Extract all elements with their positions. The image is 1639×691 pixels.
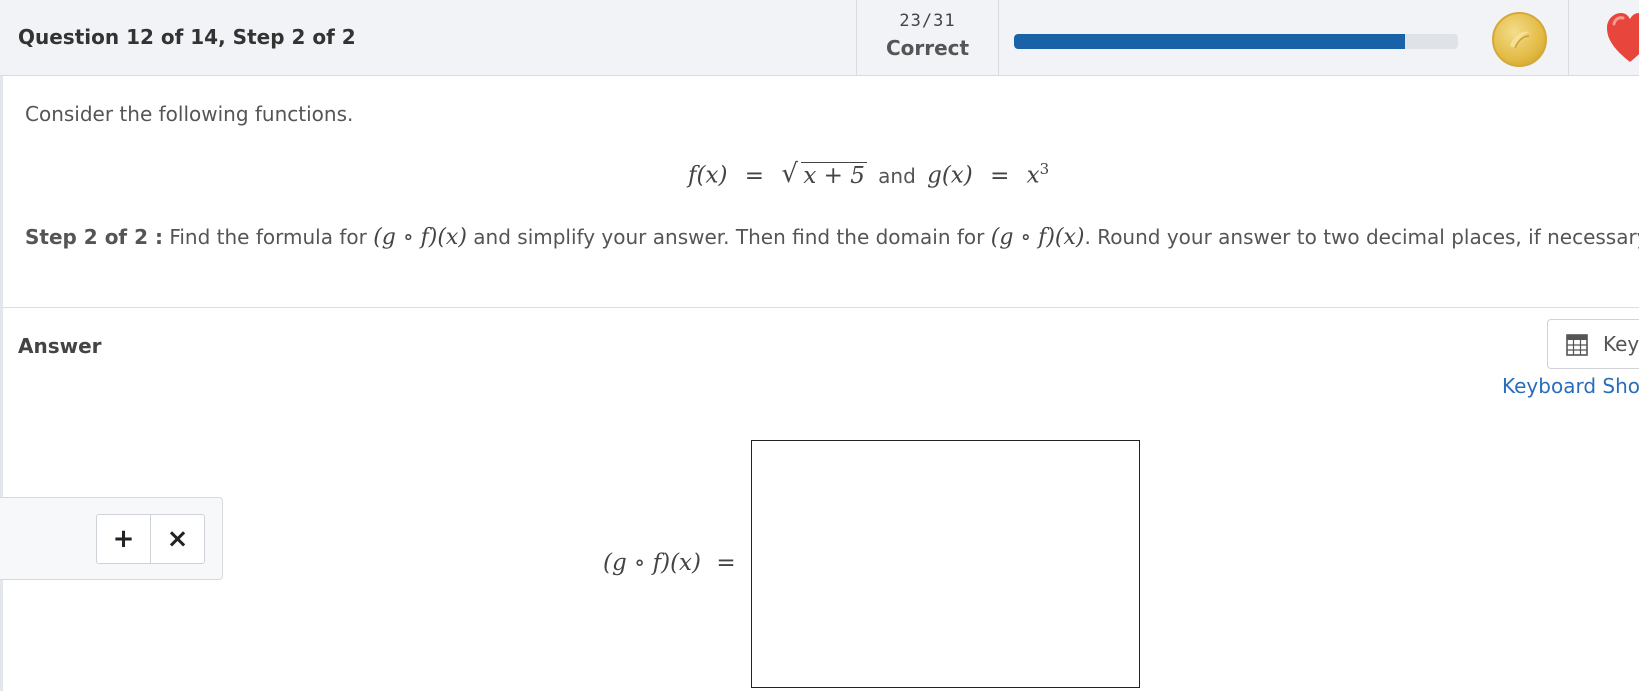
answer-tool-panel: + × <box>0 497 223 580</box>
progress-bar <box>1014 34 1458 49</box>
question-intro: Consider the following functions. <box>25 102 354 126</box>
and-text: and <box>878 163 916 188</box>
answer-input[interactable] <box>751 440 1140 688</box>
composition-expr: (g ∘ f)(x) <box>373 225 467 250</box>
clear-button[interactable]: × <box>150 515 204 563</box>
square-root: √ x + 5 <box>781 159 867 189</box>
step-text-2: and simplify your answer. Then find the … <box>473 225 985 249</box>
g-exponent: 3 <box>1039 160 1050 178</box>
section-divider <box>3 307 1639 308</box>
header-bar: Question 12 of 14, Step 2 of 2 23/31 Cor… <box>0 0 1639 76</box>
f-lhs: f(x) <box>688 162 728 189</box>
header-divider <box>1568 0 1569 76</box>
tool-button-group: + × <box>96 514 205 564</box>
function-definitions: f(x) = √ x + 5 and g(x) = x3 <box>688 159 1050 189</box>
score-count: 23/31 <box>899 11 956 31</box>
step-text-1: Find the formula for <box>169 225 367 249</box>
radicand: x + 5 <box>801 161 867 189</box>
score-box: 23/31 Correct <box>856 0 999 76</box>
add-button[interactable]: + <box>97 515 150 563</box>
equals-sign: = <box>990 162 1010 189</box>
g-lhs: g(x) <box>927 162 973 189</box>
answer-heading: Answer <box>18 334 102 358</box>
step-label: Step 2 of 2 : <box>25 225 163 249</box>
keyboard-shortcuts-link[interactable]: Keyboard Sho <box>1502 374 1639 398</box>
left-edge <box>0 0 3 691</box>
step-text-3: . Round your answer to two decimal place… <box>1084 225 1639 249</box>
equals-sign: = <box>744 162 765 189</box>
calculator-icon <box>1566 334 1588 356</box>
radical-sign: √ <box>781 158 798 189</box>
coin-icon[interactable] <box>1492 12 1547 67</box>
answer-lhs: (g ∘ f)(x) <box>603 550 701 576</box>
heart-icon[interactable] <box>1605 10 1639 66</box>
score-status: Correct <box>885 36 970 60</box>
equals-sign: = <box>716 550 736 576</box>
composition-expr: (g ∘ f)(x) <box>990 225 1085 250</box>
progress-fill <box>1014 34 1405 49</box>
question-title: Question 12 of 14, Step 2 of 2 <box>18 25 356 49</box>
keypad-button[interactable]: Key <box>1547 319 1639 369</box>
answer-equation-label: (g ∘ f)(x) = <box>603 550 736 576</box>
keypad-label: Key <box>1603 332 1639 356</box>
g-base: x <box>1026 162 1040 189</box>
step-instructions: Step 2 of 2 : Find the formula for (g ∘ … <box>25 225 1639 250</box>
